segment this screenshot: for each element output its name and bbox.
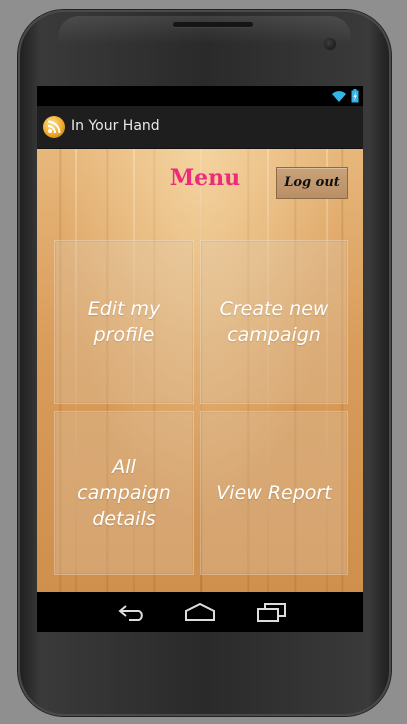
phone-glint bbox=[58, 16, 351, 44]
view-report-tile[interactable]: View Report bbox=[200, 411, 348, 575]
navigation-bar bbox=[37, 592, 363, 632]
app-icon bbox=[43, 116, 65, 138]
home-icon[interactable] bbox=[184, 602, 216, 622]
menu-title: Menu bbox=[169, 165, 241, 191]
all-campaign-details-tile[interactable]: All campaign details bbox=[54, 411, 194, 575]
speaker-grille bbox=[173, 22, 253, 27]
status-bar bbox=[37, 86, 363, 106]
recent-apps-icon[interactable] bbox=[255, 602, 287, 622]
app-title: In Your Hand bbox=[71, 118, 160, 134]
wifi-icon bbox=[332, 91, 346, 102]
device-screen: In Your Hand Menu Log out Edit my profil… bbox=[37, 86, 363, 632]
logout-button[interactable]: Log out bbox=[276, 167, 348, 199]
create-campaign-tile[interactable]: Create new campaign bbox=[200, 240, 348, 404]
menu-screen: Menu Log out Edit my profile Create new … bbox=[37, 149, 363, 592]
tile-label: Edit my profile bbox=[87, 298, 161, 346]
tile-label: All campaign details bbox=[77, 456, 171, 530]
edit-profile-tile[interactable]: Edit my profile bbox=[54, 240, 194, 404]
tile-label: Create new campaign bbox=[219, 298, 329, 346]
action-bar: In Your Hand bbox=[37, 106, 363, 149]
battery-icon bbox=[351, 89, 359, 103]
back-icon[interactable] bbox=[117, 602, 149, 622]
front-camera bbox=[324, 38, 336, 50]
tile-label: View Report bbox=[216, 482, 332, 504]
